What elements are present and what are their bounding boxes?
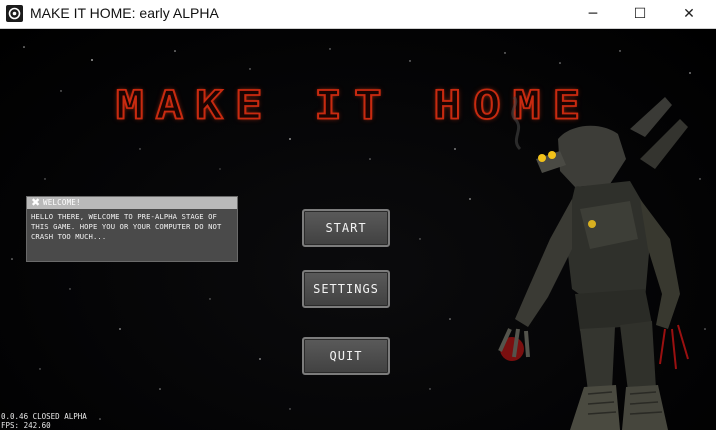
- welcome-panel-header: ✖ WELCOME!: [27, 196, 237, 209]
- window-title: MAKE IT HOME: early ALPHA: [30, 5, 219, 21]
- maximize-button[interactable]: ☐: [617, 0, 663, 28]
- quit-button[interactable]: QUIT: [302, 337, 390, 375]
- window-titlebar: MAKE IT HOME: early ALPHA ─ ☐ ✕: [0, 0, 716, 29]
- minimize-button[interactable]: ─: [570, 0, 616, 28]
- fps-counter: FPS: 242.60: [1, 421, 51, 430]
- close-window-button[interactable]: ✕: [666, 0, 712, 28]
- welcome-title: WELCOME!: [43, 198, 81, 207]
- welcome-message: HELLO THERE, WELCOME TO PRE-ALPHA STAGE …: [31, 212, 222, 241]
- welcome-panel: ✖ WELCOME! HELLO THERE, WELCOME TO PRE-A…: [26, 196, 238, 262]
- start-button[interactable]: START: [302, 209, 390, 247]
- armored-character-art: [498, 96, 689, 430]
- close-icon[interactable]: ✖: [31, 196, 40, 209]
- settings-button[interactable]: SETTINGS: [302, 270, 390, 308]
- version-label: 0.0.46 CLOSED ALPHA: [1, 412, 87, 421]
- app-icon: [6, 5, 23, 22]
- game-viewport: MAKE IT HOME ✖ WELCOME! HELLO THERE, WEL…: [0, 29, 716, 430]
